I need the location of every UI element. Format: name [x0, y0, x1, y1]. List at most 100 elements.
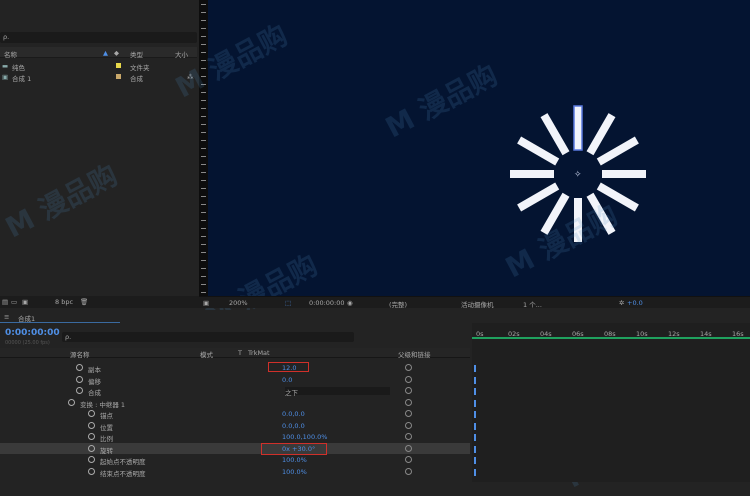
spoke-shape[interactable] — [596, 136, 639, 166]
col-parent[interactable]: 父级和链接 — [398, 349, 431, 359]
keyframe-marker[interactable] — [474, 411, 476, 418]
col-source-name[interactable]: 源名称 — [70, 349, 90, 359]
spoke-shape[interactable] — [586, 113, 616, 156]
keyframe-marker[interactable] — [474, 422, 476, 430]
property-row[interactable]: 锚点 0.0,0.0 — [0, 408, 470, 420]
property-row[interactable]: 旋转 0x +30.0° — [0, 442, 470, 455]
search-placeholder: ρ. — [3, 33, 10, 41]
spoke-shape[interactable] — [540, 113, 570, 156]
zoom-dropdown[interactable]: 200% — [229, 299, 248, 307]
new-folder-icon[interactable]: ▭ — [11, 298, 17, 306]
resolution-dropdown[interactable]: (完整) — [389, 299, 407, 309]
property-row[interactable]: 偏移 0.0 — [0, 374, 470, 386]
current-time[interactable]: 0:00:00:00 — [309, 299, 345, 307]
ruler-tick-label: 16s — [732, 330, 744, 338]
highlight-box — [268, 362, 309, 372]
col-trkmat[interactable]: TrkMat — [248, 349, 270, 357]
col-type[interactable]: 类型 — [130, 49, 143, 59]
settings-icon[interactable]: ✲ — [619, 299, 624, 307]
stopwatch-icon[interactable] — [88, 433, 95, 440]
property-value[interactable]: 0.0,0.0 — [282, 410, 305, 418]
stopwatch-icon[interactable] — [88, 421, 95, 429]
new-composition-icon[interactable]: ▣ — [22, 298, 28, 306]
property-row[interactable]: 合成 之下 — [0, 385, 470, 397]
stopwatch-icon[interactable] — [88, 456, 95, 463]
pickwhip-icon[interactable] — [405, 375, 412, 383]
bpc-button[interactable]: 8 bpc — [55, 298, 73, 306]
timeline-timecode[interactable]: 0:00:00:00 — [5, 328, 60, 338]
spoke-shape[interactable] — [596, 182, 639, 212]
close-icon[interactable]: ≡ — [4, 313, 9, 321]
delete-icon[interactable]: 🗑 — [80, 298, 88, 306]
views-dropdown[interactable]: 1 个... — [523, 299, 542, 309]
pickwhip-icon[interactable] — [405, 387, 412, 394]
viewer-canvas: ✧ — [510, 105, 646, 242]
exposure-value[interactable]: +0.0 — [627, 299, 643, 307]
keyframe-marker[interactable] — [474, 468, 476, 476]
stopwatch-icon[interactable] — [88, 467, 95, 475]
property-row[interactable]: 起始点不透明度 100.0% — [0, 454, 470, 466]
keyframe-marker[interactable] — [474, 434, 476, 441]
timeline-search-input[interactable]: ρ. — [62, 332, 354, 342]
pickwhip-icon[interactable] — [405, 421, 412, 429]
keyframe-marker[interactable] — [474, 376, 476, 384]
pickwhip-icon[interactable] — [405, 456, 412, 463]
viewer-toolbar: ▣ 200% ⬚ 0:00:00:00 ◉ (完整) 活动摄像机 1 个... … — [199, 296, 750, 309]
interpret-footage-icon[interactable]: ▤ — [2, 298, 8, 306]
project-item[interactable]: ▣ 合成 1 合成 ⁂ — [0, 71, 197, 83]
pickwhip-icon[interactable] — [405, 444, 412, 452]
property-value[interactable]: 0.0,0.0 — [282, 422, 305, 430]
pickwhip-icon[interactable] — [405, 410, 412, 417]
property-row[interactable]: 结束点不透明度 100.0% — [0, 466, 470, 478]
pickwhip-icon[interactable] — [405, 364, 412, 371]
timeline-track-area: 0s 02s 04s 06s 08s 10s 12s 14s 16s — [472, 323, 750, 482]
spoke-shape[interactable] — [517, 182, 560, 212]
project-item[interactable]: ▬ 纯色 文件夹 — [0, 60, 197, 72]
pickwhip-icon[interactable] — [405, 398, 412, 406]
stopwatch-icon[interactable] — [88, 444, 95, 452]
folder-icon: ▬ — [2, 62, 9, 70]
keyframe-marker[interactable] — [474, 365, 476, 372]
property-row[interactable]: 位置 0.0,0.0 — [0, 420, 470, 432]
property-name: 结束点不透明度 — [100, 469, 146, 478]
composite-dropdown[interactable]: 之下 — [285, 387, 390, 397]
sort-arrow-icon[interactable]: ▲ — [103, 49, 108, 57]
camera-dropdown[interactable]: 活动摄像机 — [461, 299, 494, 309]
spoke-shape[interactable] — [540, 192, 570, 235]
property-value[interactable]: 0.0 — [282, 376, 292, 384]
col-mode[interactable]: 模式 — [200, 349, 213, 359]
col-size[interactable]: 大小 — [175, 49, 188, 59]
project-toolbar: ▤ ▭ ▣ 8 bpc 🗑 — [0, 296, 199, 308]
label-icon[interactable]: ◆ — [114, 49, 119, 57]
property-row[interactable]: 变换 : 中继器 1 — [0, 397, 470, 409]
keyframe-marker[interactable] — [474, 399, 476, 407]
property-row[interactable]: 比例 100.0,100.0% — [0, 431, 470, 443]
composition-viewer[interactable]: ✧ — [208, 0, 750, 296]
project-panel: ρ. 名称 ▲ ◆ 类型 大小 ▬ 纯色 文件夹 ▣ 合成 1 合成 ⁂ — [0, 0, 199, 296]
stopwatch-icon[interactable] — [88, 410, 95, 417]
item-name: 合成 1 — [12, 75, 32, 83]
anchor-point-icon[interactable]: ✧ — [574, 170, 582, 180]
pickwhip-icon[interactable] — [405, 467, 412, 475]
pickwhip-icon[interactable] — [405, 433, 412, 440]
tab-composition[interactable]: ≡ 合成1 — [0, 310, 120, 323]
col-name[interactable]: 名称 — [4, 49, 17, 59]
stopwatch-icon[interactable] — [76, 375, 83, 383]
stopwatch-icon[interactable] — [68, 398, 75, 406]
stopwatch-icon[interactable] — [76, 387, 83, 394]
spoke-shape[interactable] — [586, 192, 616, 235]
spoke-shape[interactable] — [517, 136, 560, 166]
keyframe-marker[interactable] — [474, 445, 476, 453]
property-value[interactable]: 100.0,100.0% — [282, 433, 327, 441]
keyframe-marker[interactable] — [474, 457, 476, 464]
property-value[interactable]: 100.0% — [282, 456, 307, 464]
region-icon[interactable]: ⬚ — [285, 299, 291, 307]
keyframe-marker[interactable] — [474, 388, 476, 395]
project-search-input[interactable]: ρ. — [0, 32, 197, 43]
col-t[interactable]: T — [238, 349, 242, 357]
stopwatch-icon[interactable] — [76, 364, 83, 371]
property-row[interactable]: 副本 12.0 — [0, 362, 470, 374]
always-preview-icon[interactable]: ▣ — [203, 299, 209, 307]
snapshot-icon[interactable]: ◉ — [347, 299, 353, 307]
property-value[interactable]: 100.0% — [282, 468, 307, 476]
